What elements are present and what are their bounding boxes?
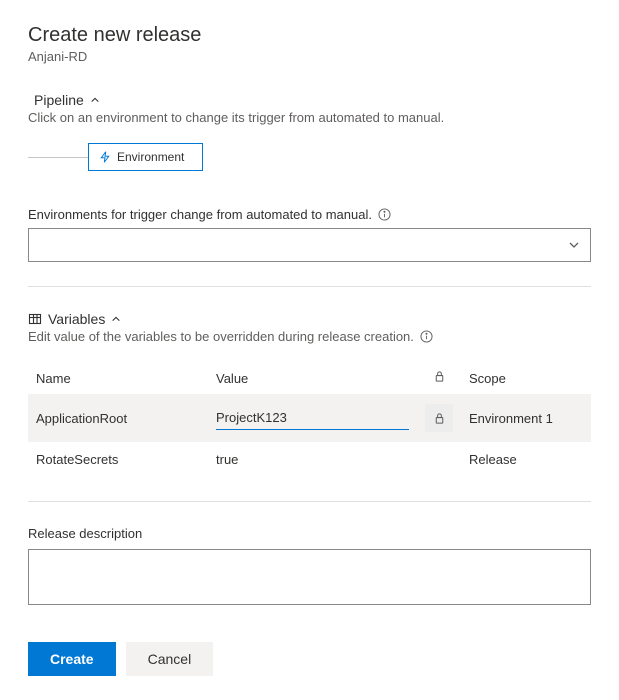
environments-dropdown[interactable] bbox=[28, 228, 591, 262]
pipeline-section-label: Pipeline bbox=[34, 92, 84, 108]
variable-secret-cell[interactable] bbox=[417, 394, 461, 442]
info-icon[interactable] bbox=[420, 330, 433, 343]
grid-icon bbox=[28, 312, 42, 326]
release-description-textarea[interactable] bbox=[28, 549, 591, 605]
variable-name-cell: RotateSecrets bbox=[28, 442, 208, 477]
secret-toggle-button[interactable] bbox=[425, 404, 453, 432]
cancel-button[interactable]: Cancel bbox=[126, 642, 214, 676]
variables-header-name: Name bbox=[28, 362, 208, 394]
variables-section-label: Variables bbox=[48, 311, 105, 327]
page-subtitle: Anjani-RD bbox=[28, 49, 591, 64]
chevron-up-icon bbox=[90, 95, 100, 105]
variable-value-cell: true bbox=[208, 442, 417, 477]
info-icon[interactable] bbox=[378, 208, 391, 221]
section-divider bbox=[28, 501, 591, 502]
pipeline-environment-node[interactable]: Environment bbox=[88, 143, 203, 171]
table-row[interactable]: RotateSecrets true Release bbox=[28, 442, 591, 477]
section-divider bbox=[28, 286, 591, 287]
variables-section-caption: Edit value of the variables to be overri… bbox=[28, 329, 591, 344]
variable-value-cell[interactable] bbox=[208, 394, 417, 442]
lock-icon bbox=[433, 412, 446, 425]
environments-field-label: Environments for trigger change from aut… bbox=[28, 207, 591, 222]
create-button[interactable]: Create bbox=[28, 642, 116, 676]
chevron-up-icon bbox=[111, 314, 121, 324]
release-description-label: Release description bbox=[28, 526, 591, 541]
pipeline-section-caption: Click on an environment to change its tr… bbox=[28, 110, 591, 125]
lock-icon bbox=[433, 370, 446, 383]
page-title: Create new release bbox=[28, 24, 591, 47]
chevron-down-icon bbox=[568, 239, 580, 251]
variables-header-value: Value bbox=[208, 362, 417, 394]
pipeline-section-header[interactable]: Pipeline bbox=[28, 92, 591, 108]
pipeline-node-label: Environment bbox=[117, 150, 184, 164]
table-row[interactable]: ApplicationRoot Environment 1 bbox=[28, 394, 591, 442]
pipeline-connector bbox=[28, 157, 88, 158]
variables-header-scope: Scope bbox=[461, 362, 591, 394]
variable-name-cell: ApplicationRoot bbox=[28, 394, 208, 442]
lightning-icon bbox=[99, 151, 111, 163]
variable-scope-cell: Release bbox=[461, 442, 591, 477]
button-row: Create Cancel bbox=[28, 642, 591, 676]
variable-secret-cell bbox=[417, 442, 461, 477]
pipeline-graph: Environment bbox=[28, 143, 591, 171]
variables-header-secret bbox=[417, 362, 461, 394]
variable-scope-cell: Environment 1 bbox=[461, 394, 591, 442]
variables-section-header[interactable]: Variables bbox=[28, 311, 591, 327]
variable-value-input[interactable] bbox=[216, 406, 409, 430]
variables-table: Name Value Scope ApplicationRoot bbox=[28, 362, 591, 477]
